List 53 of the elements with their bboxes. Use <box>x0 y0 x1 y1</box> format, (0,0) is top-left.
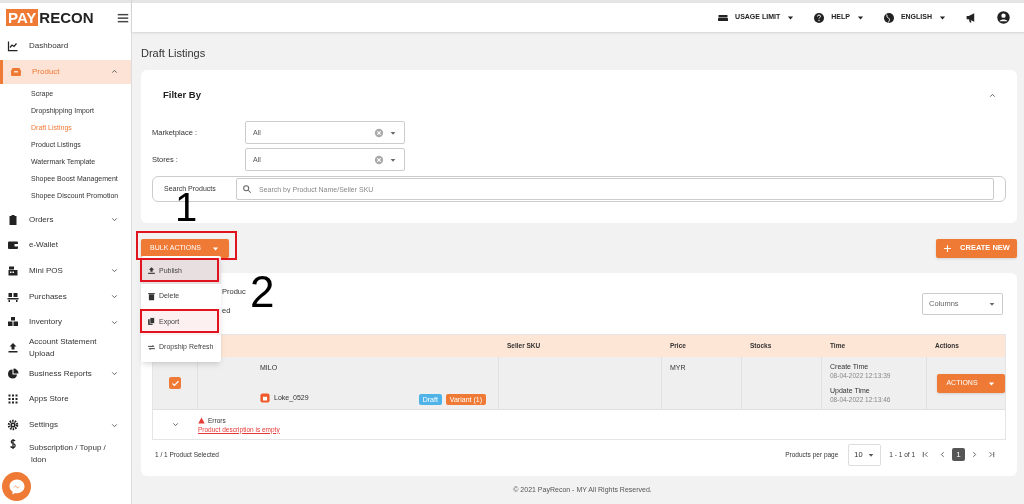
chat-icon <box>7 477 26 496</box>
page-title: Draft Listings <box>141 46 207 60</box>
caret-icon <box>988 300 996 308</box>
search-icon <box>242 184 252 195</box>
sidebar-item[interactable]: Subscription / Topup / ldon <box>0 437 131 472</box>
caret-icon <box>938 13 947 22</box>
settings-icon <box>7 419 19 432</box>
upload-icon <box>147 266 156 276</box>
warning-icon <box>198 416 205 424</box>
sidebar-item[interactable]: Inventory <box>0 309 131 336</box>
sidebar-item[interactable]: Apps Store <box>0 386 131 413</box>
last-page-icon <box>987 450 996 459</box>
sidebar-item[interactable]: Orders <box>0 206 131 233</box>
sidebar-item[interactable]: Purchases <box>0 283 131 310</box>
chart-icon <box>7 39 19 52</box>
first-page-icon <box>921 450 930 459</box>
sidebar-item[interactable]: Dashboard <box>0 33 131 59</box>
tray-icon <box>10 65 22 78</box>
trash-icon <box>147 291 156 301</box>
dollar-icon <box>7 437 19 450</box>
clear-icon <box>374 154 384 165</box>
upload-icon <box>7 341 19 354</box>
pie-chart-icon <box>7 367 19 380</box>
next-icon <box>970 450 979 459</box>
sidebar-item[interactable]: Mini POS <box>0 258 131 284</box>
boxes-icon <box>7 316 19 329</box>
wallet-icon <box>7 239 19 252</box>
pallet-icon <box>7 290 19 303</box>
grid-icon <box>7 393 19 406</box>
help-icon <box>813 11 826 24</box>
caret-icon <box>786 13 796 22</box>
check-icon <box>170 378 180 388</box>
sidebar-item[interactable]: Business Reports <box>0 360 131 387</box>
store-icon <box>260 393 270 404</box>
checkbox[interactable] <box>169 377 181 389</box>
clear-icon <box>374 127 384 138</box>
chevron-icon <box>171 420 180 429</box>
sidebar-item[interactable]: Account Statement Upload <box>0 335 131 361</box>
page-button[interactable]: 1 <box>952 448 965 461</box>
clipboard-icon <box>7 213 19 226</box>
caret-icon <box>855 13 865 22</box>
register-icon <box>7 264 19 277</box>
plus-icon <box>943 243 953 253</box>
annotation-number: 2 <box>250 270 275 314</box>
previous-icon <box>938 450 947 459</box>
globe-icon <box>882 11 895 24</box>
logo: PAY RECON <box>6 9 94 26</box>
sidebar-item[interactable]: Settings <box>0 412 131 438</box>
refresh-icon <box>147 342 156 352</box>
filter-title: Filter By <box>163 88 201 102</box>
account-icon <box>996 10 1011 25</box>
sidebar-item[interactable]: e-Wallet <box>0 232 131 259</box>
copy-icon <box>147 317 156 327</box>
